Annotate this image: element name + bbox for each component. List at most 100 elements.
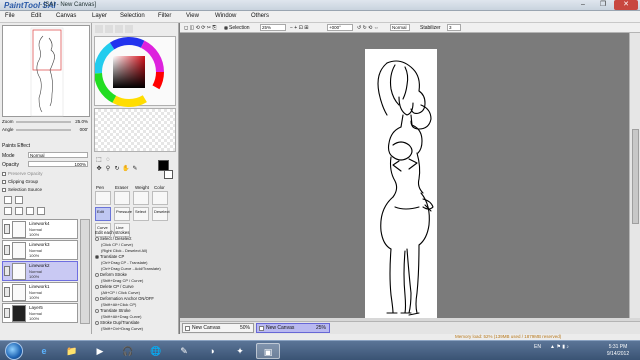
layer-item-selected[interactable]: Linework2 Normal 100% bbox=[2, 261, 78, 281]
menu-edit[interactable]: Edit bbox=[31, 13, 41, 19]
option-deformation-anchor[interactable]: Deformation Anchor ON/OFF bbox=[95, 296, 154, 301]
paints-effect-header[interactable]: Paints Effect bbox=[2, 143, 30, 149]
zoom-field[interactable]: 25% bbox=[260, 24, 286, 31]
delete-layer-icon[interactable] bbox=[37, 207, 45, 215]
color-wheel-mode-icon[interactable] bbox=[95, 25, 103, 33]
language-indicator[interactable]: EN bbox=[534, 344, 541, 350]
angle-field[interactable]: +000° bbox=[327, 24, 353, 31]
hsv-slider-mode-icon[interactable] bbox=[115, 25, 123, 33]
start-button-icon[interactable] bbox=[5, 342, 23, 360]
chrome-icon[interactable]: ◑ bbox=[200, 343, 224, 359]
menu-others[interactable]: Others bbox=[251, 13, 269, 19]
menu-window[interactable]: Window bbox=[215, 13, 236, 19]
pressure-tool[interactable]: Pressure bbox=[114, 207, 132, 221]
color-wheel-panel[interactable] bbox=[94, 36, 177, 107]
zoom-slider[interactable] bbox=[16, 121, 71, 123]
menu-layer[interactable]: Layer bbox=[92, 13, 107, 19]
toolbar-icons[interactable]: ◻ ◫ ⟲ ⟳ ✂ ⎘ bbox=[184, 25, 216, 31]
rotate-icon[interactable]: ↻ bbox=[113, 165, 121, 173]
merge-down-icon[interactable] bbox=[15, 207, 23, 215]
option-translate-cp[interactable]: Translate CP bbox=[95, 254, 124, 259]
layer-item[interactable]: Linework3 Normal 100% bbox=[2, 240, 78, 260]
menu-selection[interactable]: Selection bbox=[120, 13, 145, 19]
layer-item[interactable]: Linework4 Normal 100% bbox=[2, 219, 78, 239]
new-layer-icon[interactable] bbox=[4, 196, 12, 204]
deselect-tool[interactable]: Deselect bbox=[152, 207, 170, 221]
clear-layer-icon[interactable] bbox=[26, 207, 34, 215]
selection-toggle[interactable]: Selection bbox=[224, 25, 250, 31]
background-color-swatch[interactable] bbox=[164, 170, 173, 179]
eyedropper-icon[interactable]: ✎ bbox=[131, 165, 139, 173]
option-translate-stroke[interactable]: Translate Stroke bbox=[95, 308, 131, 313]
visibility-eye-icon[interactable] bbox=[4, 287, 10, 297]
selection-source-checkbox[interactable]: Selection Source bbox=[2, 187, 42, 192]
close-button[interactable]: ✕ bbox=[614, 0, 638, 10]
tray-icons[interactable]: ▲ ⚑ ▮ ♪ bbox=[550, 344, 569, 350]
layers-scrollbar[interactable] bbox=[80, 219, 90, 324]
internet-explorer-icon[interactable]: e bbox=[32, 343, 56, 359]
visibility-eye-icon[interactable] bbox=[4, 308, 10, 318]
browser-icon[interactable]: 🌐 bbox=[144, 343, 168, 359]
stabilizer-select[interactable]: 3 bbox=[447, 24, 461, 31]
zoom-buttons[interactable]: − + ⊡ ⊞ bbox=[290, 25, 308, 31]
menu-view[interactable]: View bbox=[186, 13, 199, 19]
clipping-group-checkbox[interactable]: Clipping Group bbox=[2, 179, 38, 184]
visibility-eye-icon[interactable] bbox=[4, 245, 10, 255]
visibility-eye-icon[interactable] bbox=[4, 224, 10, 234]
tool-weight-label[interactable]: Weight bbox=[135, 185, 149, 190]
canvas-tab-active[interactable]: New Canvas 25% bbox=[256, 323, 330, 333]
select-tool[interactable]: Select bbox=[133, 207, 149, 221]
zoom-row[interactable]: Zoom 25.0% bbox=[2, 119, 90, 125]
lasso-icon[interactable]: ◌ bbox=[104, 156, 112, 164]
tool-color-label[interactable]: Color bbox=[154, 185, 165, 190]
explorer-folder-icon[interactable]: 📁 bbox=[60, 343, 84, 359]
preserve-opacity-checkbox[interactable]: Preserve Opacity bbox=[2, 171, 43, 176]
new-folder-icon[interactable] bbox=[15, 196, 23, 204]
media-player-icon[interactable]: ▶ bbox=[88, 343, 112, 359]
zoom-icon[interactable]: ⚲ bbox=[104, 165, 112, 173]
visibility-eye-icon[interactable] bbox=[4, 266, 10, 276]
drawing-paper[interactable] bbox=[365, 49, 437, 319]
angle-slider[interactable] bbox=[16, 129, 71, 131]
app-icon[interactable]: ✦ bbox=[228, 343, 252, 359]
navigator-preview[interactable] bbox=[2, 25, 90, 117]
canvas-vertical-scrollbar[interactable] bbox=[629, 33, 640, 318]
tool-pen-label[interactable]: Pen bbox=[96, 185, 104, 190]
weight-tool-icon[interactable] bbox=[133, 191, 149, 205]
option-stroke-dup[interactable]: Stroke Dup/Translate bbox=[95, 320, 139, 325]
audio-app-icon[interactable]: 🎧 bbox=[116, 343, 140, 359]
paint-app-icon[interactable]: ✎ bbox=[172, 343, 196, 359]
color-tool-icon[interactable] bbox=[152, 191, 168, 205]
painttool-sai-taskbar-icon[interactable]: ▣ bbox=[256, 343, 280, 359]
layer-item[interactable]: Layer5 Normal 100% bbox=[2, 303, 78, 323]
menu-file[interactable]: File bbox=[5, 13, 15, 19]
option-select-deselect[interactable]: Select / Deselect bbox=[95, 236, 131, 241]
rotate-buttons[interactable]: ↺ ↻ ⟲ ⇔ bbox=[357, 25, 379, 31]
menu-canvas[interactable]: Canvas bbox=[56, 13, 76, 19]
copy-layer-icon[interactable] bbox=[4, 207, 12, 215]
color-swatches[interactable] bbox=[94, 108, 176, 152]
pen-tool-icon[interactable] bbox=[95, 191, 111, 205]
option-delete-cp[interactable]: Delete CP / Curve bbox=[95, 284, 134, 289]
hand-icon[interactable]: ✋ bbox=[122, 165, 130, 173]
angle-row[interactable]: Angle 000' bbox=[2, 127, 90, 133]
eraser-tool-icon[interactable] bbox=[114, 191, 130, 205]
layer-item[interactable]: Linework1 Normal 100% bbox=[2, 282, 78, 302]
color-wheel[interactable] bbox=[94, 37, 177, 107]
clock[interactable]: 5:31 PM 9/14/2012 bbox=[598, 344, 638, 358]
opacity-field[interactable]: 100% bbox=[28, 161, 88, 167]
canvas-area[interactable] bbox=[180, 33, 629, 319]
blend-mode-select[interactable]: Normal bbox=[390, 24, 410, 31]
mode-select[interactable]: Normal bbox=[28, 152, 88, 158]
move-icon[interactable]: ✥ bbox=[95, 165, 103, 173]
maximize-button[interactable]: ❐ bbox=[594, 0, 612, 10]
option-deform-stroke[interactable]: Deform Stroke bbox=[95, 272, 127, 277]
edit-tool[interactable]: Edit bbox=[95, 207, 111, 221]
menu-filter[interactable]: Filter bbox=[158, 13, 171, 19]
tool-eraser-label[interactable]: Eraser bbox=[115, 185, 128, 190]
scrollbar-thumb[interactable] bbox=[632, 129, 639, 224]
canvas-tab[interactable]: New Canvas 50% bbox=[182, 323, 254, 333]
swatches-mode-icon[interactable] bbox=[125, 25, 133, 33]
rgb-slider-mode-icon[interactable] bbox=[105, 25, 113, 33]
selection-rect-icon[interactable]: ⬚ bbox=[95, 156, 103, 164]
